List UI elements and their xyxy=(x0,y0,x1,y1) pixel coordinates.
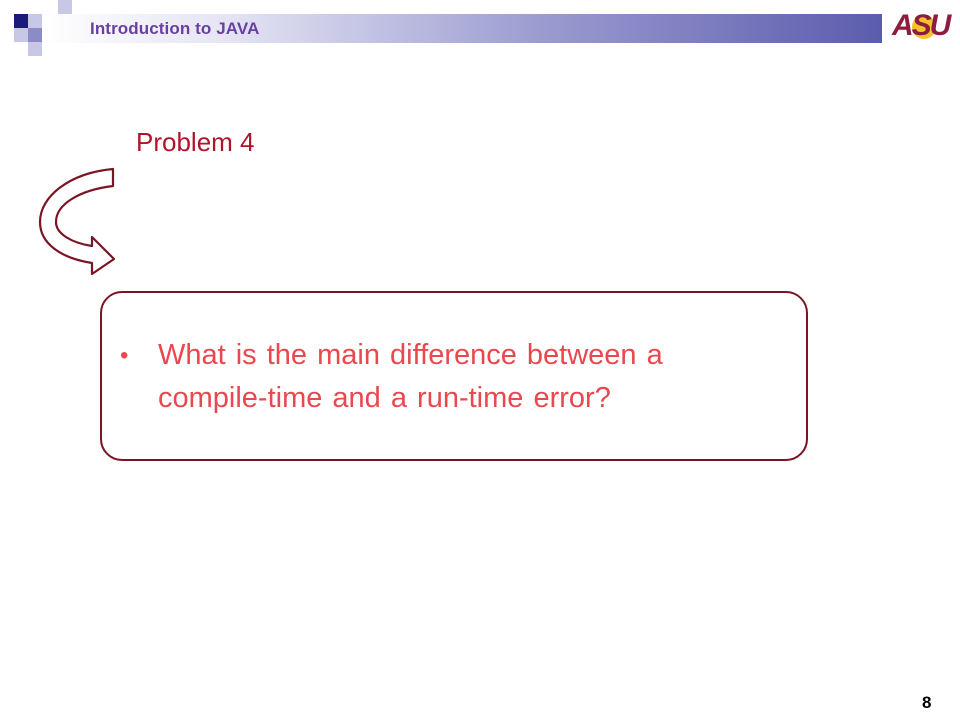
problem-title: Problem 4 xyxy=(136,127,255,157)
asu-logo-text: ASU xyxy=(892,9,951,42)
curved-arrow-icon xyxy=(38,167,116,276)
bullet-marker: • xyxy=(120,342,129,369)
slide: Introduction to JAVA ASU Problem 4 • Wha… xyxy=(0,0,960,720)
question-text: What is the main difference between a co… xyxy=(158,339,663,414)
page-number: 8 xyxy=(922,693,932,712)
header-title: Introduction to JAVA xyxy=(90,19,260,38)
